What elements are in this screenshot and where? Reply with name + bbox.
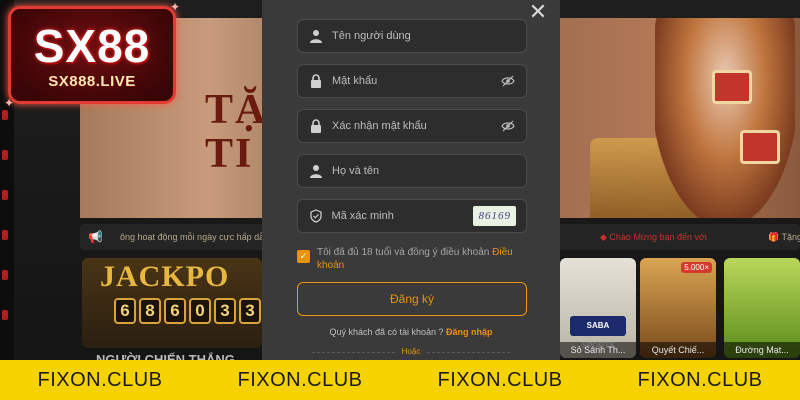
promo-model-image — [655, 18, 795, 218]
game-caption: Quyết Chiế... — [640, 342, 716, 358]
captcha-image[interactable]: 86169 — [473, 206, 516, 226]
or-text: Hoặc — [395, 347, 427, 356]
sx88-logo[interactable]: SX88 SX888.LIVE — [8, 6, 176, 104]
confirm-password-input[interactable] — [332, 120, 500, 132]
game-card[interactable]: 5.000× Quyết Chiế... — [640, 258, 716, 358]
game-card[interactable]: Đường Mạt... — [724, 258, 800, 358]
multiplier-badge: 5.000× — [681, 262, 712, 273]
register-modal: ✕ 86169 ✓ — [262, 0, 560, 360]
username-field[interactable] — [297, 19, 527, 53]
ticker-text-right: ◆ Chào Mừng bạn đến với — [600, 232, 707, 242]
watermark-text: FIXON.CLUB — [237, 369, 363, 391]
register-button[interactable]: Đăng ký — [297, 282, 527, 316]
terms-checkbox[interactable]: ✓ — [297, 250, 310, 263]
game-list: SABA SPORTS Sỏ Sảnh Th... 5.000× Quyết C… — [558, 258, 800, 358]
sparkle-icon: ✦ — [4, 96, 15, 110]
fullname-field[interactable] — [297, 154, 527, 188]
jackpot-label: JACKPO — [100, 260, 230, 293]
watermark-text: FIXON.CLUB — [437, 369, 563, 391]
jackpot-digit: 6 — [164, 298, 186, 324]
jackpot-digit: 8 — [139, 298, 161, 324]
sparkle-icon: ✦ — [170, 0, 181, 14]
user-icon — [308, 28, 324, 44]
confirm-password-field[interactable] — [297, 109, 527, 143]
logo-subtext: SX888.LIVE — [48, 73, 136, 90]
ticker-text-left: ông hoạt động mỗi ngày cực hấp dẫ — [120, 232, 265, 242]
game-caption: Đường Mạt... — [724, 342, 800, 358]
terms-agreement: ✓ Tôi đã đủ 18 tuổi và đồng ý điều khoản… — [297, 246, 533, 272]
fullname-input[interactable] — [332, 165, 516, 177]
game-caption: Sỏ Sảnh Th... — [560, 342, 636, 358]
saba-sports-logo: SABA SPORTS — [570, 316, 626, 350]
password-field[interactable] — [297, 64, 527, 98]
gift-box-icon — [740, 130, 780, 164]
login-link[interactable]: Đăng nhập — [446, 327, 493, 337]
terms-text: Tôi đã đủ 18 tuổi và đồng ý điều khoản Đ… — [317, 247, 513, 271]
jackpot-digit: 6 — [114, 298, 136, 324]
login-prompt: Quý khách đã có tài khoản ? Đăng nhập — [329, 327, 493, 337]
jackpot-panel: JACKPO 6 8 6 0 3 3 — [82, 258, 262, 348]
jackpot-digit: 3 — [239, 298, 261, 324]
ticker-text-right-2: 🎁 Tặng — [768, 232, 800, 242]
captcha-input[interactable] — [331, 210, 474, 222]
logo-text: SX88 — [33, 20, 151, 72]
eye-off-icon[interactable] — [500, 118, 516, 134]
watermark-text: FIXON.CLUB — [637, 369, 763, 391]
jackpot-counter: 6 8 6 0 3 3 — [114, 298, 261, 324]
megaphone-icon: 📢 — [88, 230, 103, 244]
jackpot-digit: 0 — [189, 298, 211, 324]
user-icon — [308, 163, 324, 179]
jackpot-digit: 3 — [214, 298, 236, 324]
lock-icon — [308, 73, 324, 89]
shield-check-icon — [308, 208, 323, 224]
close-icon[interactable]: ✕ — [528, 1, 548, 23]
username-input[interactable] — [332, 30, 516, 42]
gift-box-icon — [712, 70, 752, 104]
captcha-field[interactable]: 86169 — [297, 199, 527, 233]
watermark-text: FIXON.CLUB — [37, 369, 163, 391]
or-divider: Hoặc — [312, 347, 510, 357]
password-input[interactable] — [332, 75, 500, 87]
game-card[interactable]: SABA SPORTS Sỏ Sảnh Th... — [560, 258, 636, 358]
watermark-footer: FIXON.CLUB FIXON.CLUB FIXON.CLUB FIXON.C… — [0, 360, 800, 400]
lock-icon — [308, 118, 324, 134]
eye-off-icon[interactable] — [500, 73, 516, 89]
